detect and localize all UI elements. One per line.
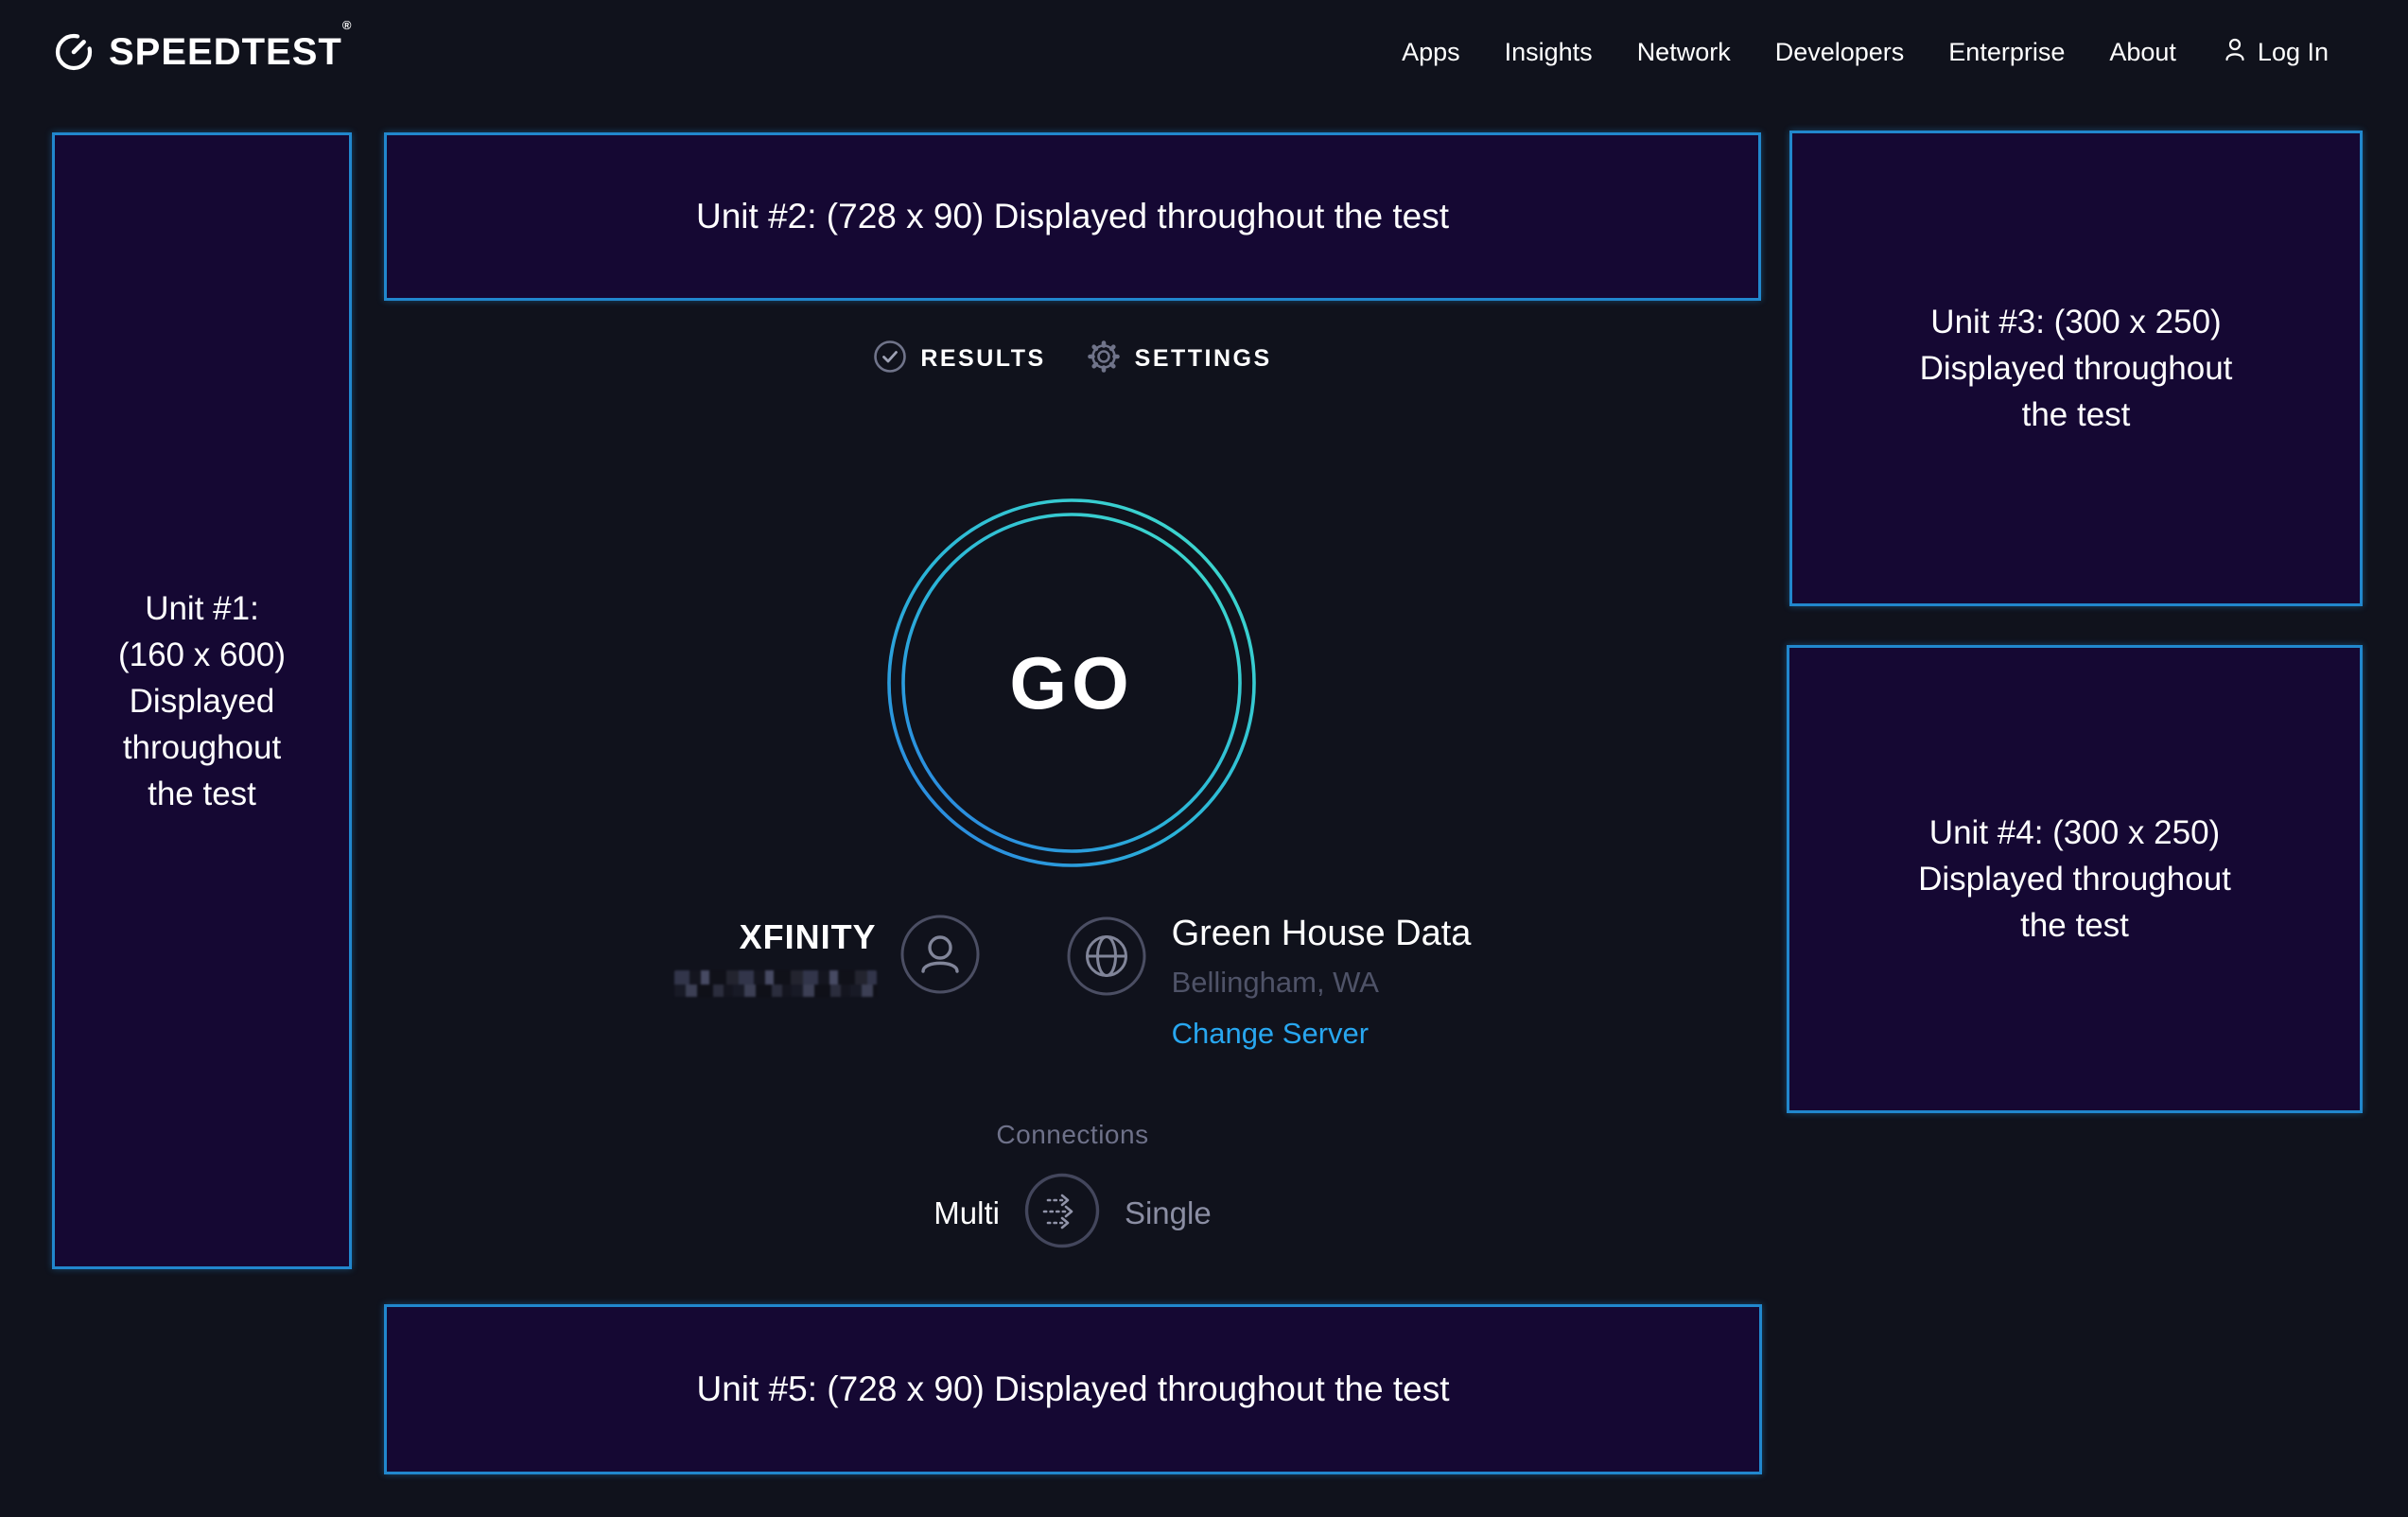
connections-section: Connections Multi Single	[384, 1120, 1761, 1253]
connections-single-option[interactable]: Single	[1125, 1195, 1212, 1231]
server-info: Green House Data Bellingham, WA Change S…	[1066, 914, 1472, 1051]
ad-text: throughout	[123, 724, 281, 771]
isp-info: XFINITY	[674, 914, 981, 1000]
ad-text: Unit #5: (728 x 90) Displayed throughout…	[697, 1369, 1450, 1409]
ip-address-redacted	[674, 970, 877, 997]
nav-item-network[interactable]: Network	[1637, 38, 1731, 67]
tab-settings[interactable]: SETTINGS	[1086, 339, 1272, 379]
ad-text: the test	[2020, 902, 2129, 949]
results-settings-tabs: RESULTS SETTINGS	[384, 339, 1761, 379]
trademark-mark: ®	[342, 18, 353, 32]
ad-text: Unit #1:	[145, 585, 259, 632]
ad-unit-2-leaderboard: Unit #2: (728 x 90) Displayed throughout…	[384, 132, 1761, 301]
main-nav: Apps Insights Network Developers Enterpr…	[1402, 35, 2329, 70]
login-button[interactable]: Log In	[2221, 35, 2329, 70]
nav-item-about[interactable]: About	[2109, 38, 2176, 67]
ad-unit-3-rectangle: Unit #3: (300 x 250) Displayed throughou…	[1789, 131, 2363, 606]
top-nav-bar: SPEEDTEST® Apps Insights Network Develop…	[0, 0, 2408, 104]
nav-item-insights[interactable]: Insights	[1505, 38, 1593, 67]
ad-unit-4-rectangle: Unit #4: (300 x 250) Displayed throughou…	[1787, 645, 2363, 1113]
ad-text: Unit #2: (728 x 90) Displayed throughout…	[696, 197, 1449, 236]
nav-item-enterprise[interactable]: Enterprise	[1948, 38, 2065, 67]
login-label: Log In	[2258, 38, 2329, 67]
person-icon	[2221, 35, 2249, 70]
check-circle-icon	[873, 340, 907, 378]
ad-unit-5-leaderboard: Unit #5: (728 x 90) Displayed throughout…	[384, 1304, 1762, 1474]
ad-text: Displayed throughout	[1918, 856, 2231, 902]
ad-text: Unit #3: (300 x 250)	[1930, 299, 2221, 345]
ad-text: the test	[2022, 392, 2131, 438]
gear-icon	[1086, 339, 1122, 379]
ad-text: Displayed throughout	[1920, 345, 2233, 392]
person-circle-icon[interactable]	[899, 914, 981, 1000]
server-name: Green House Data	[1172, 914, 1472, 954]
gauge-icon	[52, 28, 96, 77]
ad-text: Displayed	[130, 678, 275, 724]
logo-text: SPEEDTEST®	[109, 31, 352, 74]
change-server-link[interactable]: Change Server	[1172, 1017, 1370, 1051]
go-label: GO	[885, 497, 1258, 869]
connections-multi-option[interactable]: Multi	[934, 1195, 1000, 1231]
nav-item-developers[interactable]: Developers	[1775, 38, 1905, 67]
speedtest-logo[interactable]: SPEEDTEST®	[52, 28, 352, 77]
ad-unit-1-skyscraper: Unit #1: (160 x 600) Displayed throughou…	[52, 132, 352, 1269]
ad-text: Unit #4: (300 x 250)	[1929, 810, 2220, 856]
go-button[interactable]: GO	[885, 497, 1258, 869]
nav-item-apps[interactable]: Apps	[1402, 38, 1460, 67]
isp-name: XFINITY	[740, 917, 877, 957]
globe-icon[interactable]	[1066, 915, 1147, 1002]
tab-settings-label: SETTINGS	[1135, 345, 1272, 373]
server-location: Bellingham, WA	[1172, 966, 1379, 1000]
ad-text: the test	[148, 771, 256, 817]
connections-toggle-button[interactable]	[1024, 1173, 1100, 1253]
ad-text: (160 x 600)	[118, 632, 286, 678]
tab-results[interactable]: RESULTS	[873, 340, 1045, 378]
connections-label: Connections	[996, 1120, 1148, 1150]
multi-arrows-icon	[1024, 1236, 1100, 1252]
connection-info-row: XFINITY Green House Data Bellingham,	[384, 914, 1761, 1051]
tab-results-label: RESULTS	[920, 345, 1045, 373]
